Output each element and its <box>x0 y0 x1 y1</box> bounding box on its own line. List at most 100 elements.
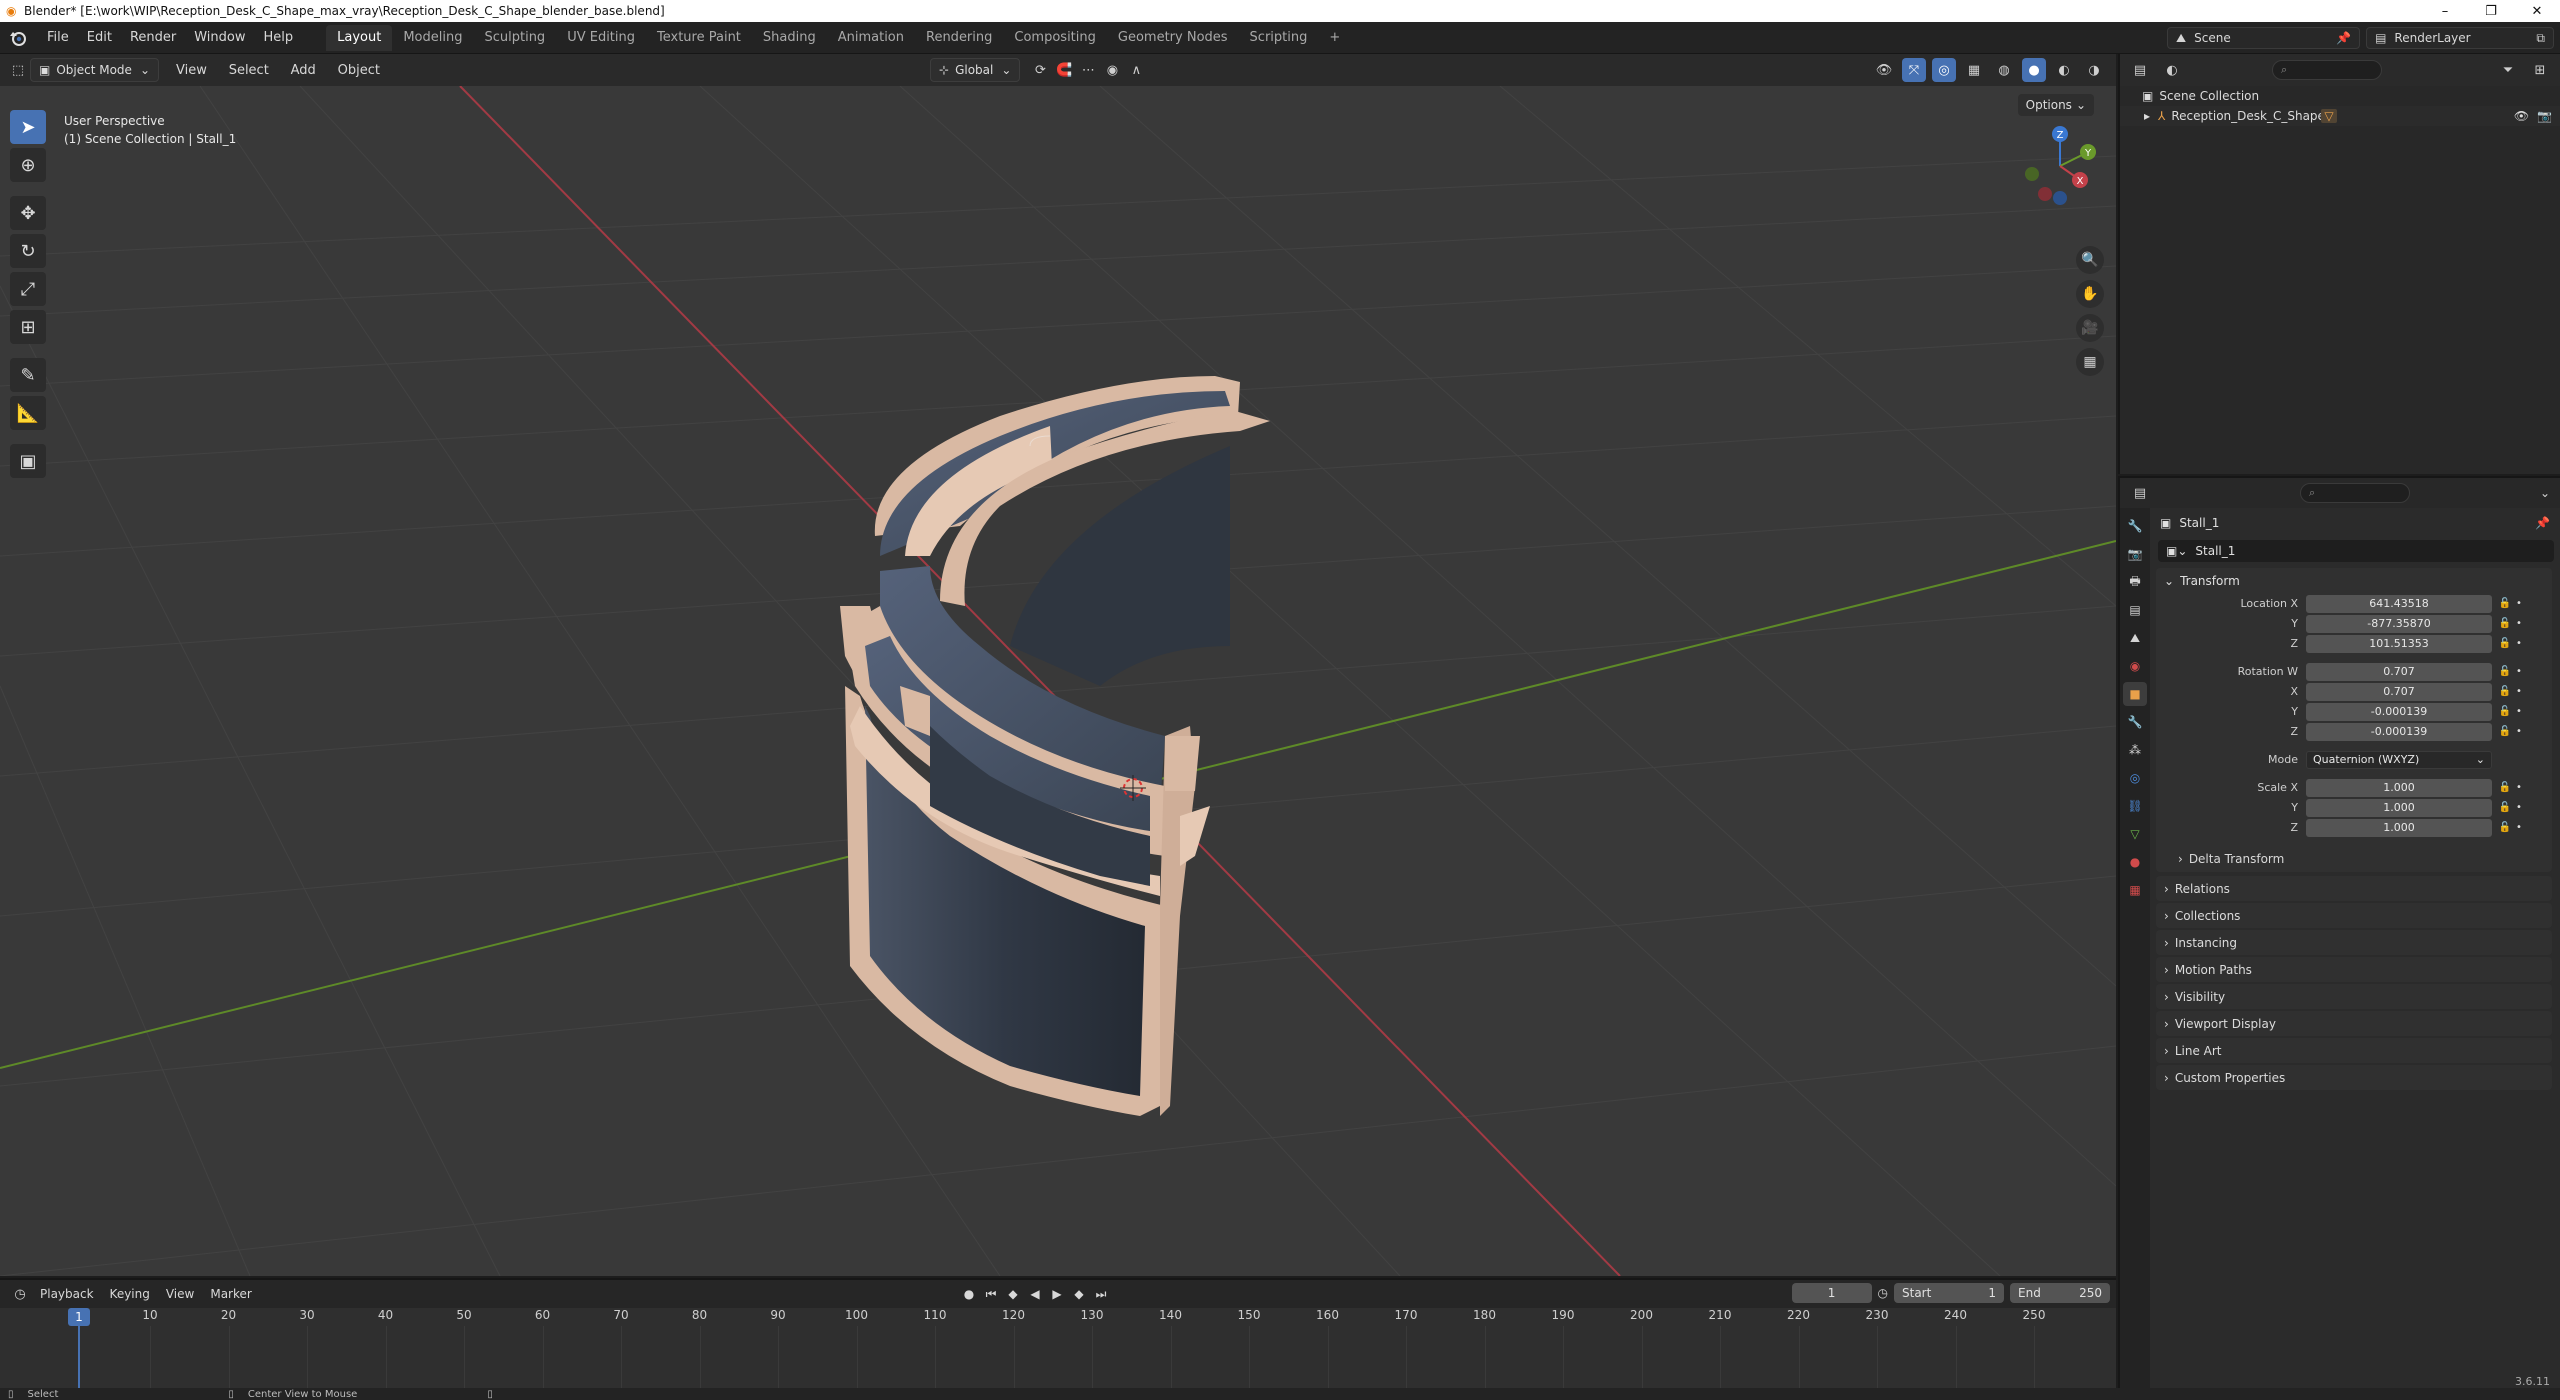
keyframe-dot-icon[interactable]: • <box>2514 802 2524 813</box>
tab-layout[interactable]: Layout <box>326 24 393 51</box>
menu-file[interactable]: File <box>38 30 78 45</box>
orientation-dropdown[interactable]: ⊹ Global ⌄ <box>930 58 1021 82</box>
playhead[interactable]: 1 <box>68 1308 90 1326</box>
lock-icon[interactable]: 🔓 <box>2496 666 2514 677</box>
world-tab-icon[interactable]: ◉ <box>2123 654 2147 678</box>
expand-arrow-icon[interactable]: ▸ <box>2144 109 2150 123</box>
overlay-toggle-icon[interactable]: ◎ <box>1932 58 1956 82</box>
pan-hand-icon[interactable]: ✋ <box>2076 280 2104 308</box>
rotation-x-field[interactable]: 0.707 <box>2306 682 2492 701</box>
lock-icon[interactable]: 🔓 <box>2496 822 2514 833</box>
lock-icon[interactable]: 🔓 <box>2496 598 2514 609</box>
tab-compositing[interactable]: Compositing <box>1003 25 1107 51</box>
snap-icon[interactable]: 🧲 <box>1052 58 1076 82</box>
transform-panel-header[interactable]: ⌄ Transform <box>2156 568 2552 594</box>
snap-target-icon[interactable]: ⋯ <box>1076 58 1100 82</box>
lock-icon[interactable]: 🔓 <box>2496 802 2514 813</box>
location-x-field[interactable]: 641.43518 <box>2306 594 2492 613</box>
tab-uv-editing[interactable]: UV Editing <box>556 25 646 51</box>
ortho-grid-icon[interactable]: ▦ <box>2076 348 2104 376</box>
camera-icon[interactable]: 📷 <box>2537 109 2552 123</box>
clock-icon[interactable]: ◷ <box>1878 1286 1888 1300</box>
transform-tool-icon[interactable]: ⊞ <box>10 310 46 344</box>
timeline-ruler[interactable]: 1 10 20 30 40 50 60 70 80 90 100 110 120 130 140 150 16… <box>0 1308 2116 1390</box>
keyframe-dot-icon[interactable]: • <box>2514 782 2524 793</box>
menu-view[interactable]: View <box>158 1287 202 1301</box>
menu-marker[interactable]: Marker <box>202 1287 259 1301</box>
lock-icon[interactable]: 🔓 <box>2496 782 2514 793</box>
annotate-tool-icon[interactable]: ✎ <box>10 358 46 392</box>
physics-tab-icon[interactable]: ◎ <box>2123 766 2147 790</box>
rotation-y-field[interactable]: -0.000139 <box>2306 702 2492 721</box>
measure-tool-icon[interactable]: 📐 <box>10 396 46 430</box>
tab-texture-paint[interactable]: Texture Paint <box>646 25 752 51</box>
collections-panel[interactable]: › Collections <box>2156 903 2552 928</box>
render-tab-icon[interactable]: 📷 <box>2123 542 2147 566</box>
menu-playback[interactable]: Playback <box>32 1287 102 1301</box>
play-icon[interactable]: ▶ <box>1048 1284 1066 1304</box>
prev-keyframe-icon[interactable]: ◆ <box>1004 1284 1022 1304</box>
start-frame-field[interactable]: Start 1 <box>1894 1283 2004 1303</box>
tool-tab-icon[interactable]: 🔧 <box>2123 514 2147 538</box>
lock-icon[interactable]: 🔓 <box>2496 618 2514 629</box>
particles-tab-icon[interactable]: ⁂ <box>2123 738 2147 762</box>
editor-type-icon[interactable]: ▤ <box>2128 58 2152 82</box>
move-tool-icon[interactable]: ✥ <box>10 196 46 230</box>
playhead-line[interactable] <box>78 1326 80 1388</box>
scale-x-field[interactable]: 1.000 <box>2306 778 2492 797</box>
mode-dropdown[interactable]: ▣ Object Mode ⌄ <box>30 58 159 82</box>
rotate-tool-icon[interactable]: ↻ <box>10 234 46 268</box>
keyframe-dot-icon[interactable]: • <box>2514 686 2524 697</box>
proportional-edit-icon[interactable]: ◉ <box>1100 58 1124 82</box>
object-name-field[interactable]: ▣⌄ Stall_1 <box>2158 540 2554 562</box>
falloff-icon[interactable]: ∧ <box>1124 58 1148 82</box>
eye-icon[interactable]: 👁 <box>2514 109 2529 123</box>
view-layer-selector[interactable]: ▤ RenderLayer ⧉ <box>2366 27 2554 49</box>
view-layer-tab-icon[interactable]: ▤ <box>2123 598 2147 622</box>
menu-add[interactable]: Add <box>282 63 325 78</box>
keyframe-dot-icon[interactable]: • <box>2514 726 2524 737</box>
lock-icon[interactable]: 🔓 <box>2496 686 2514 697</box>
clock-icon[interactable]: ◷ <box>8 1282 32 1306</box>
material-shading-icon[interactable]: ◐ <box>2052 58 2076 82</box>
texture-tab-icon[interactable]: ▦ <box>2123 878 2147 902</box>
rendered-shading-icon[interactable]: ◑ <box>2082 58 2106 82</box>
pin-icon[interactable]: 📌 <box>2336 31 2351 45</box>
tab-rendering[interactable]: Rendering <box>915 25 1003 51</box>
location-y-field[interactable]: -877.35870 <box>2306 614 2492 633</box>
menu-edit[interactable]: Edit <box>78 30 121 45</box>
keyframe-dot-icon[interactable]: • <box>2514 618 2524 629</box>
outliner-search[interactable]: ⌕ <box>2272 60 2382 80</box>
motion-paths-panel[interactable]: › Motion Paths <box>2156 957 2552 982</box>
navigation-gizmo[interactable]: Z Y X <box>2010 116 2110 216</box>
location-z-field[interactable]: 101.51353 <box>2306 634 2492 653</box>
visibility-icon[interactable]: 👁 <box>1872 58 1896 82</box>
keyframe-dot-icon[interactable]: • <box>2514 706 2524 717</box>
lock-icon[interactable]: 🔓 <box>2496 706 2514 717</box>
options-button[interactable]: Options ⌄ <box>2017 94 2094 116</box>
new-collection-icon[interactable]: ⊞ <box>2528 58 2552 82</box>
add-workspace-button[interactable]: + <box>1318 25 1351 51</box>
chevron-down-icon[interactable]: ⌄ <box>2540 486 2550 500</box>
zoom-icon[interactable]: 🔍 <box>2076 246 2104 274</box>
scene-selector[interactable]: ⛰ Scene 📌 <box>2167 27 2361 49</box>
copy-icon[interactable]: ⧉ <box>2536 31 2545 46</box>
menu-render[interactable]: Render <box>121 30 185 45</box>
current-frame-field[interactable]: 1 <box>1791 1283 1872 1303</box>
keyframe-dot-icon[interactable]: • <box>2514 822 2524 833</box>
scene-tab-icon[interactable]: ⛰ <box>2123 626 2147 650</box>
camera-view-icon[interactable]: 🎥 <box>2076 314 2104 342</box>
jump-end-icon[interactable]: ⏭ <box>1092 1284 1110 1304</box>
object-tab-icon[interactable]: ■ <box>2123 682 2147 706</box>
lock-icon[interactable]: 🔓 <box>2496 638 2514 649</box>
menu-keying[interactable]: Keying <box>102 1287 158 1301</box>
data-tab-icon[interactable]: ▽ <box>2123 822 2147 846</box>
menu-window[interactable]: Window <box>185 30 254 45</box>
gizmo-toggle-icon[interactable]: ⤧ <box>1902 58 1926 82</box>
menu-view[interactable]: View <box>167 63 216 78</box>
tab-modeling[interactable]: Modeling <box>392 25 473 51</box>
pivot-icon[interactable]: ⟳ <box>1028 58 1052 82</box>
properties-search[interactable]: ⌕ <box>2300 483 2410 503</box>
editor-type-icon[interactable]: ▤ <box>2128 481 2152 505</box>
menu-select[interactable]: Select <box>220 63 278 78</box>
